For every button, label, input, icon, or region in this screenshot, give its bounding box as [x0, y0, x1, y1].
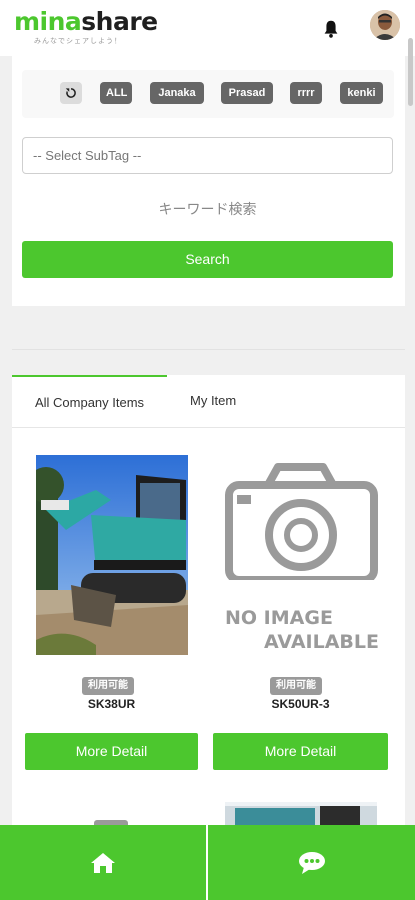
logo-share: share	[81, 7, 158, 36]
item-card: NO IMAGE AVAILABLE 利用可能 SK50UR-3 More De…	[213, 445, 388, 775]
search-button[interactable]: Search	[22, 241, 393, 278]
tag-janaka[interactable]: Janaka	[150, 82, 204, 104]
more-detail-button[interactable]: More Detail	[25, 733, 198, 770]
item-photo[interactable]	[225, 802, 377, 826]
logo-mina: mina	[14, 7, 82, 36]
no-image-text: NO IMAGE	[225, 607, 333, 629]
divider	[12, 349, 405, 350]
tag-rrrr[interactable]: rrrr	[290, 82, 322, 104]
logo-tagline: みんなでシェアしよう！	[34, 38, 122, 45]
tag-filter-row: ALL Janaka Prasad rrrr kenki	[22, 70, 394, 118]
keyword-search-input[interactable]: キーワード検索	[22, 192, 393, 226]
item-name: SK38UR	[87, 697, 136, 711]
app-header: minashare みんなでシェアしよう！	[0, 0, 415, 56]
more-detail-button[interactable]: More Detail	[213, 733, 388, 770]
status-badge: 利用可能	[82, 677, 134, 695]
item-card: 利用可能 SK38UR More Detail	[24, 445, 199, 775]
no-image-placeholder[interactable]: NO IMAGE AVAILABLE	[213, 455, 388, 655]
search-panel: ALL Janaka Prasad rrrr kenki -- Select S…	[12, 56, 405, 306]
camera-icon	[225, 463, 378, 584]
home-icon[interactable]	[0, 825, 206, 900]
item-photo[interactable]	[36, 455, 188, 655]
tag-prasad[interactable]: Prasad	[221, 82, 273, 104]
available-text: AVAILABLE	[264, 631, 379, 653]
avatar[interactable]	[370, 10, 400, 40]
reset-icon[interactable]	[60, 82, 82, 104]
chat-icon[interactable]	[208, 825, 415, 900]
bell-icon[interactable]	[320, 18, 342, 40]
app-logo[interactable]: minashare みんなでシェアしよう！	[14, 8, 158, 46]
tag-all[interactable]: ALL	[100, 82, 132, 104]
subtag-select[interactable]: -- Select SubTag --	[22, 137, 393, 174]
status-badge: 利用可能	[270, 677, 322, 695]
items-panel: All Company Items My Item 利用可能 SK38UR Mo…	[12, 375, 405, 900]
scrollbar[interactable]	[408, 38, 413, 106]
item-name: SK50UR-3	[271, 697, 330, 711]
bottom-nav	[0, 825, 415, 900]
tab-underline	[12, 427, 405, 428]
tag-kenki[interactable]: kenki	[340, 82, 383, 104]
tab-all-company-items[interactable]: All Company Items	[12, 375, 167, 427]
tab-my-item[interactable]: My Item	[190, 375, 270, 427]
